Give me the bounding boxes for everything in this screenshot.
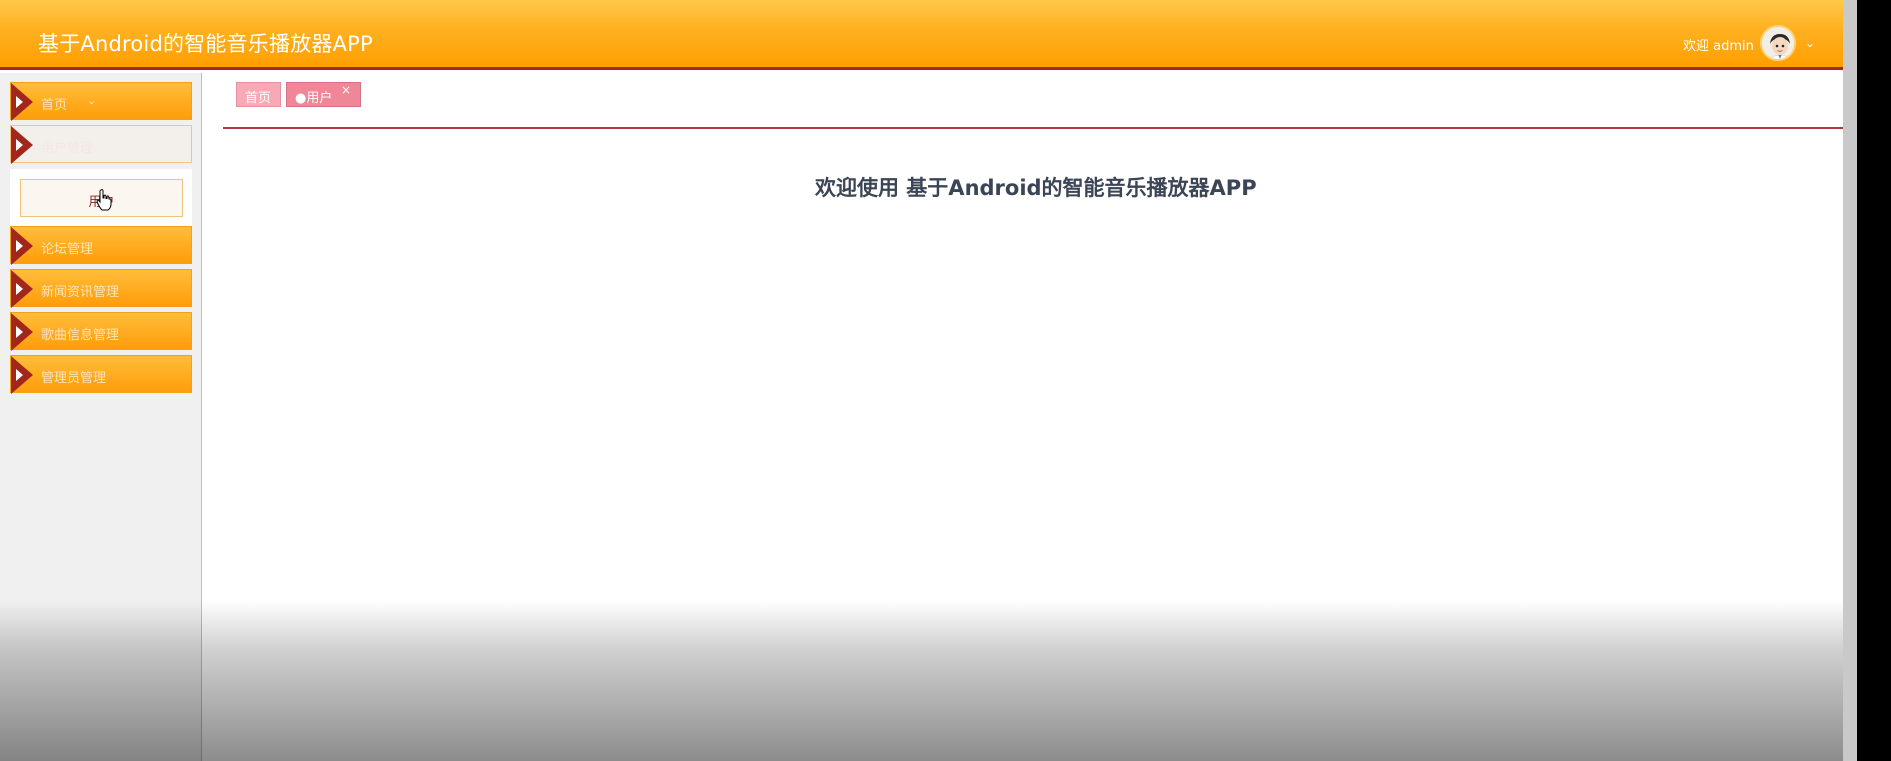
sidebar-item-label: 歌曲信息管理 — [41, 328, 120, 343]
bottom-shadow — [0, 600, 1843, 761]
close-icon[interactable]: × — [341, 83, 351, 97]
triangle-right-icon — [11, 126, 33, 164]
sidebar-item-forum-management[interactable]: 论坛管理 — [10, 226, 192, 265]
sidebar-item-news-management[interactable]: 新闻资讯管理 — [10, 269, 192, 308]
sidebar-item-home[interactable]: 首页 ⌄ — [10, 82, 192, 121]
sidebar-item-label: 首页 — [41, 98, 68, 113]
triangle-right-icon — [11, 227, 33, 265]
app-screen: 基于Android的智能音乐播放器APP 欢迎 admin ⌄ 首页 ⌄ 用户管… — [0, 0, 1891, 761]
sidebar-item-label: 论坛管理 — [41, 242, 94, 257]
screen-edge — [1857, 0, 1891, 761]
app-title: 基于Android的智能音乐播放器APP — [38, 32, 373, 56]
scrollbar[interactable] — [1843, 0, 1857, 761]
sidebar: 首页 ⌄ 用户管理 用户 论坛管理 新闻资讯管理 歌曲信息管理 — [0, 73, 202, 761]
sidebar-item-song-management[interactable]: 歌曲信息管理 — [10, 312, 192, 351]
tab-home[interactable]: 首页 — [236, 82, 281, 107]
sidebar-item-label: 新闻资讯管理 — [41, 285, 120, 300]
divider — [223, 127, 1843, 129]
hand-pointer-cursor-icon — [96, 189, 112, 215]
sidebar-item-label: 管理员管理 — [41, 371, 107, 386]
triangle-right-icon — [11, 313, 33, 351]
chevron-down-icon[interactable]: ⌄ — [1805, 36, 1815, 50]
welcome-user-text: 欢迎 admin — [1683, 39, 1754, 54]
triangle-right-icon — [11, 83, 33, 121]
user-avatar-icon[interactable] — [1760, 25, 1796, 61]
app-header: 基于Android的智能音乐播放器APP 欢迎 admin ⌄ — [0, 0, 1843, 70]
sidebar-item-user-management[interactable]: 用户管理 — [10, 125, 192, 164]
sidebar-item-label: 用户管理 — [41, 141, 94, 156]
welcome-message: 欢迎使用 基于Android的智能音乐播放器APP — [815, 176, 1257, 200]
triangle-right-icon — [11, 270, 33, 308]
sidebar-item-admin-management[interactable]: 管理员管理 — [10, 355, 192, 394]
chevron-down-icon: ⌄ — [87, 94, 97, 107]
triangle-right-icon — [11, 356, 33, 394]
